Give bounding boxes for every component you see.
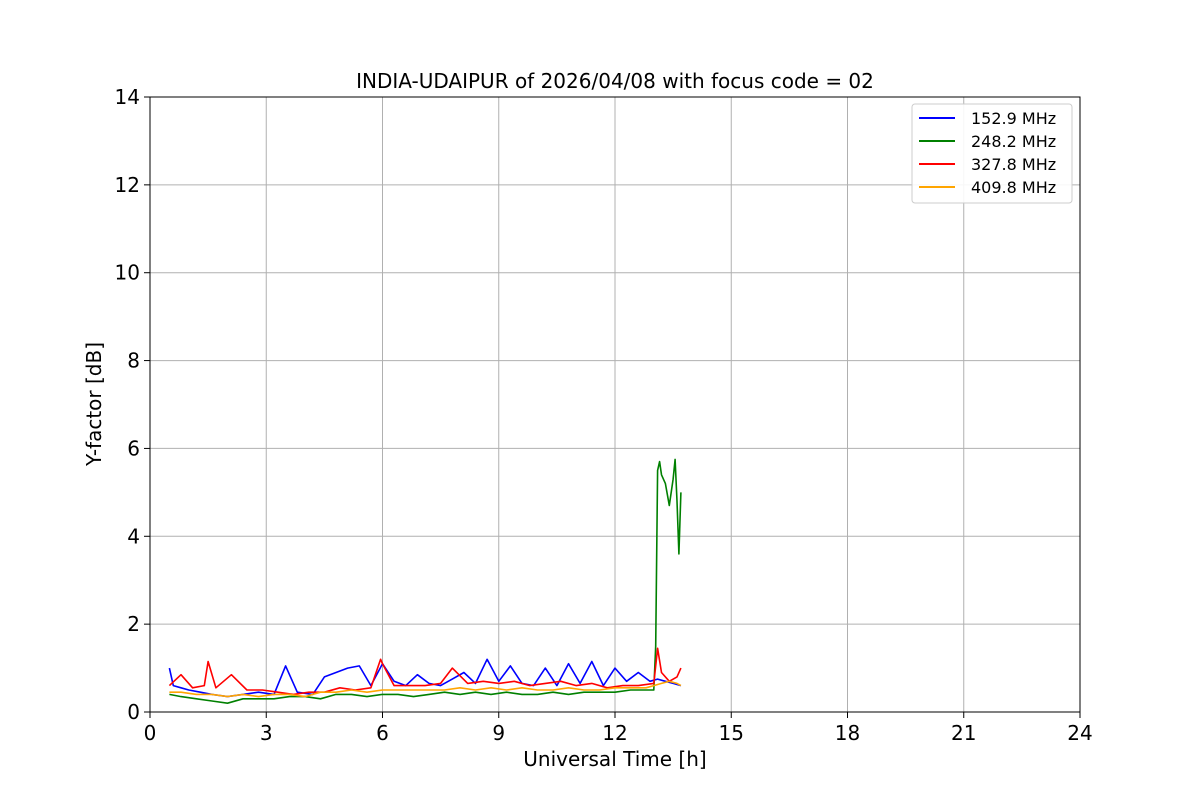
y-tick-label: 14 xyxy=(115,85,140,109)
y-tick-label: 12 xyxy=(115,173,140,197)
x-tick-label: 18 xyxy=(835,721,860,745)
y-tick-label: 0 xyxy=(127,700,140,724)
x-tick-label: 0 xyxy=(144,721,157,745)
legend-label: 152.9 MHz xyxy=(971,109,1056,128)
x-tick-label: 15 xyxy=(719,721,744,745)
y-tick-label: 10 xyxy=(115,261,140,285)
y-axis-title: Y-factor [dB] xyxy=(82,342,106,467)
y-tick-label: 2 xyxy=(127,612,140,636)
y-tick-label: 4 xyxy=(127,524,140,548)
chart-title: INDIA-UDAIPUR of 2026/04/08 with focus c… xyxy=(356,69,874,93)
x-tick-label: 12 xyxy=(602,721,627,745)
legend-label: 248.2 MHz xyxy=(971,132,1056,151)
x-tick-label: 9 xyxy=(492,721,505,745)
y-tick-label: 8 xyxy=(127,349,140,373)
x-tick-label: 3 xyxy=(260,721,273,745)
x-axis-title: Universal Time [h] xyxy=(523,747,706,771)
x-tick-label: 21 xyxy=(951,721,976,745)
x-tick-label: 6 xyxy=(376,721,389,745)
line-chart: INDIA-UDAIPUR of 2026/04/08 with focus c… xyxy=(0,0,1200,800)
legend-label: 327.8 MHz xyxy=(971,155,1056,174)
legend: 152.9 MHz 248.2 MHz 327.8 MHz 409.8 MHz xyxy=(911,103,1073,204)
legend-label: 409.8 MHz xyxy=(971,178,1056,197)
y-tick-label: 6 xyxy=(127,436,140,460)
x-tick-label: 24 xyxy=(1067,721,1092,745)
